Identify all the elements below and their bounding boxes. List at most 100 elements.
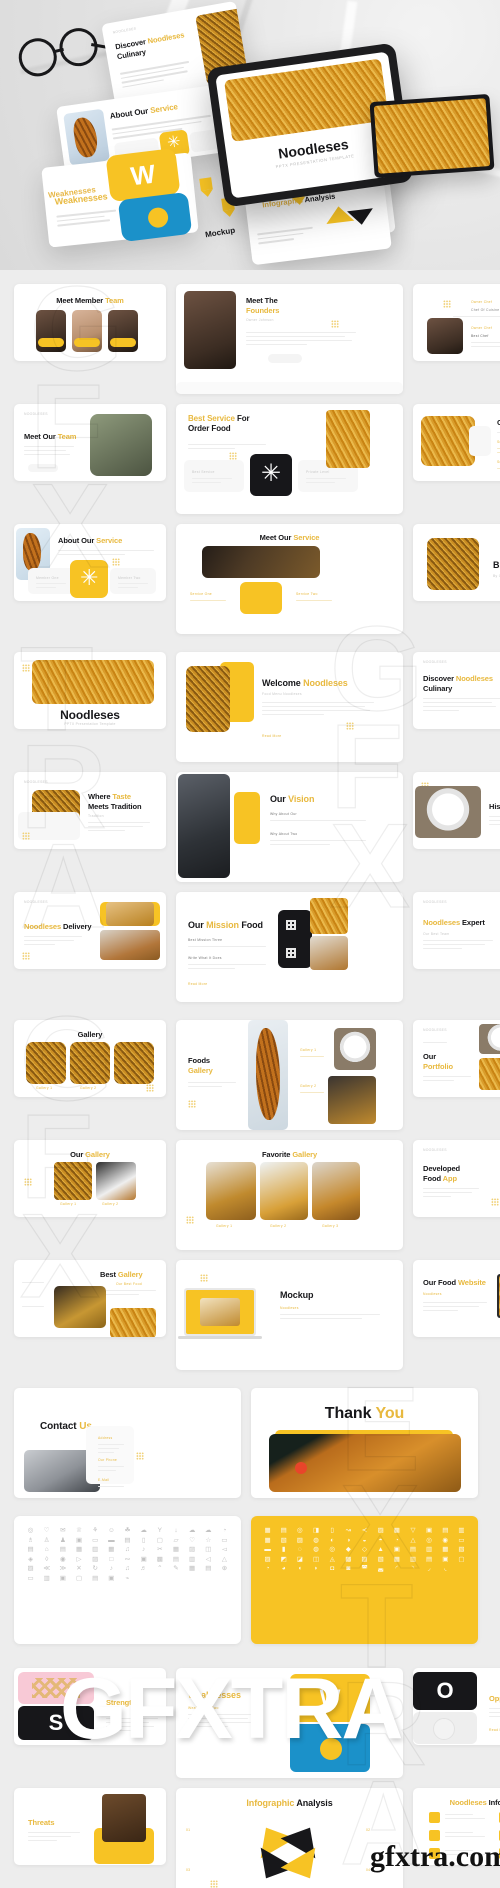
glyph-icon: ▭: [92, 1536, 99, 1544]
mission-item-1: Best Mission Three: [188, 938, 223, 942]
hero-mockup-banner: NOODLESES Discover Noodleses Culinary Ab…: [0, 0, 500, 270]
slide-title: Meet Our: [259, 533, 292, 542]
contact-label-address: Address: [98, 1436, 113, 1440]
glyph-icon: ◗: [314, 1565, 318, 1572]
glyph-icon: ▥: [92, 1546, 99, 1553]
glyph-icon: ☘: [124, 1527, 131, 1534]
mission-item-2: Write What It Does: [188, 956, 222, 960]
chart-label: 03: [186, 1868, 191, 1872]
glyph-icon: ▣: [59, 1574, 66, 1582]
portfolio-photo: [479, 1058, 500, 1090]
glyph-icon: ◈: [28, 1555, 34, 1563]
slide-foods-gallery: Foods Gallery Gallery 1 Gallery 2: [176, 1020, 403, 1130]
glyph-icon: ◎: [27, 1527, 34, 1534]
glyph-icon: ▦: [75, 1546, 83, 1553]
dots-decor-icon: [188, 1100, 196, 1108]
glyph-icon: ▬: [264, 1546, 271, 1553]
read-more-button[interactable]: Read More: [262, 734, 281, 738]
slide-title-accent: Portfolio: [423, 1061, 453, 1071]
laptop-mockup: [184, 1288, 256, 1336]
opportunities-letter: O: [436, 1678, 454, 1703]
slide-title: For: [236, 414, 250, 423]
glyph-icon: ⌃: [157, 1565, 163, 1572]
hero-letter-w: W: [128, 158, 157, 191]
chart-label: 01: [186, 1828, 191, 1832]
glyph-icon: ∾: [124, 1555, 131, 1563]
glyph-icon: ▭: [458, 1536, 465, 1544]
glyph-icon: ⚘: [92, 1527, 99, 1534]
contact-section: Contact Us Address Our Phone E-Mail Than…: [0, 1380, 500, 1498]
slide-subtitle: By Chien In Global: [493, 574, 500, 578]
slide-title: Contact: [40, 1421, 77, 1432]
watermark-gfxtra-big: GFXTRA: [60, 1661, 404, 1757]
glyph-icon: ▢: [75, 1574, 83, 1582]
hero-slide-accent: Noodleses: [146, 30, 185, 46]
slide-title-accent: Founders: [246, 305, 280, 315]
glyph-icon: ▤: [172, 1555, 180, 1563]
glyph-icon: ◉: [442, 1536, 449, 1544]
glyph-icon: ▩: [156, 1555, 163, 1563]
slide-noodleses-expert: NOODLESES Noodleses Expert Our Best Team: [413, 892, 500, 969]
slide-contact-us: Contact Us Address Our Phone E-Mail: [14, 1388, 241, 1498]
food-photo: [421, 416, 475, 466]
glyph-icon: ▷: [76, 1555, 82, 1563]
glyph-icon: ☁: [188, 1527, 196, 1534]
watermark-right-upper: GFX: [329, 602, 424, 933]
glyph-icon: ▦: [264, 1527, 271, 1534]
glyph-icon: ▦: [442, 1546, 449, 1553]
hero-slide-title: About Our: [109, 106, 149, 121]
glyph-icon: ▨: [296, 1536, 303, 1544]
gallery-photo: [312, 1162, 360, 1220]
contact-label-phone: Our Phone: [98, 1458, 118, 1462]
glyph-icon: ▤: [59, 1546, 66, 1553]
glyph-icon: ✎: [173, 1565, 179, 1572]
dots-decor-icon: [146, 1084, 154, 1092]
glyph-icon: ▨: [189, 1546, 196, 1553]
slide-title-accent: Best Service: [188, 414, 235, 423]
read-more-button[interactable]: Read More: [188, 982, 207, 986]
slide-title-accent: Noodleses: [455, 674, 493, 683]
slide-subtitle: Our Best Team: [423, 932, 450, 936]
slide-title-accent: Gallery: [117, 1270, 143, 1279]
glyph-icon: ⌂: [44, 1546, 49, 1553]
gallery-photo: [248, 1020, 288, 1130]
glyph-icon: ◔: [222, 1527, 227, 1534]
slide-developed-food-app: NOODLESES Developed Food App: [413, 1140, 500, 1217]
glyph-icon: ▥: [426, 1546, 433, 1553]
slide-title: Our: [188, 920, 204, 930]
glyph-icon: ♡: [43, 1527, 50, 1534]
dots-decor-icon: [186, 1216, 194, 1224]
icon-grid-light: ◎ ♡ ✉ ♕ ⚘ ☺ ☘ ☁ Y ↓ ☁ ☁ ◔ ♗ ♙ ♟ ▣ ▭ ▬ ▤ ▯ ▢ ▱ ♡ ☆ ▭ ▤ ⌂ ▤ ▦ ▥ ▦ ♫ ♪ ✂ ▦ ▨ ◫ ◅ ◈…: [14, 1516, 241, 1594]
chef-photo: [427, 318, 463, 354]
glyph-icon: ▣: [140, 1555, 147, 1563]
glyph-icon: ◬: [329, 1555, 335, 1563]
glyph-icon: ◕: [281, 1565, 286, 1572]
slide-title: Discover: [423, 674, 454, 683]
glyph-icon: Y: [157, 1527, 162, 1534]
read-more-button[interactable]: [268, 354, 302, 363]
slide-title: Favorite: [261, 1150, 291, 1159]
glyph-icon: ♬: [140, 1565, 147, 1572]
slide-subtitle: Food Menu Noodleses: [262, 692, 302, 696]
slide-our-food-website: Our Food Website Noodleses: [413, 1260, 500, 1337]
glyph-icon: ✕: [76, 1565, 82, 1572]
tablet-hero-photo: [223, 58, 390, 142]
glyph-icon: ▭: [221, 1536, 228, 1544]
glyph-icon: ☁: [205, 1527, 212, 1534]
watermark-left-lower: GFX: [19, 992, 114, 1323]
glyph-icon: ♪: [109, 1565, 113, 1572]
food-photo: [186, 666, 230, 732]
glyph-icon: ▧: [280, 1536, 287, 1544]
glyph-icon: ◘: [330, 1565, 335, 1572]
watermark-left-mid: TRA: [19, 622, 107, 953]
pin-icon: [199, 177, 213, 191]
slide-title: History: [489, 802, 500, 811]
slide-opportunities: O Opportunities Read More: [413, 1668, 500, 1745]
pinwheel-chart: [248, 1817, 328, 1888]
slide-chef-profile: Owner Chef Chef Of Cuisine Owner Chef Be…: [413, 284, 500, 361]
glyph-icon: ◊: [45, 1555, 49, 1563]
slide-our-portfolio: NOODLESES Our Portfolio: [413, 1020, 500, 1097]
slide-title-accent: Gallery: [188, 1065, 213, 1075]
dots-decor-icon: [491, 1198, 499, 1206]
opportunities-letter-tile: O: [413, 1672, 477, 1710]
